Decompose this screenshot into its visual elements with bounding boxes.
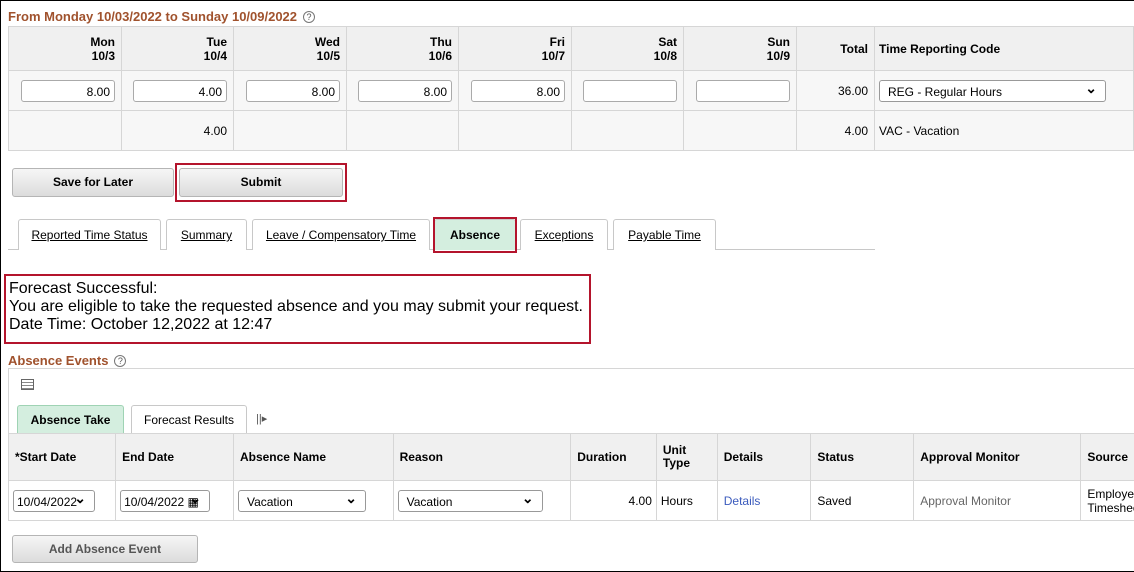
day-header: Sun 10/9 [683, 26, 797, 71]
absence-events-title: Absence Events? [8, 353, 127, 368]
status-cell: Saved [810, 480, 915, 521]
save-for-later-button[interactable]: Save for Later [12, 168, 174, 197]
end-date-input[interactable]: 10/04/2022 ▦ [120, 489, 211, 512]
details-link[interactable]: Details [724, 494, 761, 508]
day-header: Tue 10/4 [121, 26, 234, 71]
total-header: Total [796, 26, 875, 71]
show-all-columns-icon[interactable]: ||▸ [256, 412, 267, 425]
calendar-icon[interactable]: ▦ [187, 495, 198, 509]
tab-payable-time[interactable]: Payable Time [613, 219, 716, 250]
timesheet-grid: Mon 10/3 Tue 10/4 Wed 10/5 Thu 10/6 Fri 10/7 Sat 10… [8, 26, 1134, 151]
total-cell: 4.00 [796, 110, 875, 151]
absence-events-table: *Start Date End Date Absence Name Reason Dur… [7, 433, 1134, 521]
column-header[interactable]: Details [716, 433, 812, 481]
forecast-datetime: Date Time: October 12,2022 at 12:47 [9, 316, 273, 333]
day-header: Wed 10/5 [233, 26, 347, 71]
tab-summary[interactable]: Summary [166, 219, 247, 250]
hours-cell [233, 110, 347, 151]
forecast-message: Forecast Successful: You are eligible to… [4, 274, 591, 344]
column-header[interactable]: Status [810, 433, 915, 481]
column-header[interactable]: Reason [392, 433, 572, 481]
source-cell: Employee Timesheet [1080, 480, 1134, 521]
hours-cell: 8.00 [346, 70, 459, 111]
day-header: Fri 10/7 [458, 26, 572, 71]
period-title-text: From Monday 10/03/2022 to Sunday 10/09/2… [8, 9, 298, 24]
hours-cell: 4.00 [121, 110, 234, 151]
grid-personalize-icon[interactable] [21, 379, 34, 390]
forecast-eligibility: You are eligible to take the requested a… [9, 298, 583, 315]
column-header[interactable]: Duration [570, 433, 657, 481]
submit-button[interactable]: Submit [179, 168, 343, 197]
absence-events-title-text: Absence Events [8, 353, 109, 368]
hours-cell: 4.00 [121, 70, 234, 111]
hours-input[interactable] [583, 79, 677, 102]
hours-cell [683, 70, 797, 111]
column-header[interactable]: Unit Type [655, 433, 718, 481]
start-date-input[interactable]: 10/04/2022 [13, 489, 95, 512]
hours-input[interactable]: 8.00 [21, 79, 115, 102]
hours-cell [571, 70, 684, 111]
help-icon[interactable]: ? [114, 355, 127, 367]
subtab-absence-take[interactable]: Absence Take [17, 405, 124, 434]
tab-reported-time-status[interactable]: Reported Time Status [18, 219, 161, 250]
hours-cell: 8.00 [233, 70, 347, 111]
reason-select[interactable]: Vacation [397, 489, 543, 512]
column-header[interactable]: End Date [115, 433, 234, 481]
hours-input[interactable]: 4.00 [133, 79, 227, 102]
total-cell: 36.00 [796, 70, 875, 111]
column-header[interactable]: Source [1080, 433, 1134, 481]
help-icon[interactable]: ? [303, 11, 316, 23]
add-absence-event-button[interactable]: Add Absence Event [12, 535, 198, 563]
approval-monitor-link[interactable]: Approval Monitor [913, 480, 1082, 521]
column-header[interactable]: Approval Monitor [913, 433, 1082, 481]
hours-input[interactable]: 8.00 [246, 79, 340, 102]
column-header[interactable]: Absence Name [232, 433, 394, 481]
hours-cell: 8.00 [8, 70, 122, 111]
column-header[interactable]: *Start Date [7, 433, 117, 481]
trc-select[interactable]: REG - Regular Hours [879, 79, 1106, 102]
table-row: 10/04/2022 10/04/2022 ▦ Vacation Vacatio… [7, 480, 1134, 521]
day-header: Sat 10/8 [571, 26, 684, 71]
forecast-status: Forecast Successful: [9, 280, 158, 297]
period-title: From Monday 10/03/2022 to Sunday 10/09/2… [8, 9, 316, 24]
trc-cell: VAC - Vacation [874, 110, 1134, 151]
unit-type-cell: Hours [655, 480, 718, 521]
hours-cell: 8.00 [458, 70, 572, 111]
hours-input[interactable]: 8.00 [358, 79, 452, 102]
duration-cell: 4.00 [570, 480, 657, 521]
absence-name-select[interactable]: Vacation [237, 489, 366, 512]
hours-cell [683, 110, 797, 151]
tab-leave-compensatory-time[interactable]: Leave / Compensatory Time [252, 219, 430, 250]
hours-input[interactable] [696, 79, 790, 102]
hours-cell [346, 110, 459, 151]
day-header: Mon 10/3 [8, 26, 122, 71]
hours-cell [458, 110, 572, 151]
tab-exceptions[interactable]: Exceptions [520, 219, 608, 250]
hours-input[interactable]: 8.00 [471, 79, 565, 102]
subtab-forecast-results[interactable]: Forecast Results [131, 405, 247, 434]
trc-header: Time Reporting Code [874, 26, 1134, 71]
day-header: Thu 10/6 [346, 26, 459, 71]
hours-cell [8, 110, 122, 151]
hours-cell [571, 110, 684, 151]
absence-tab-highlight [433, 217, 517, 253]
